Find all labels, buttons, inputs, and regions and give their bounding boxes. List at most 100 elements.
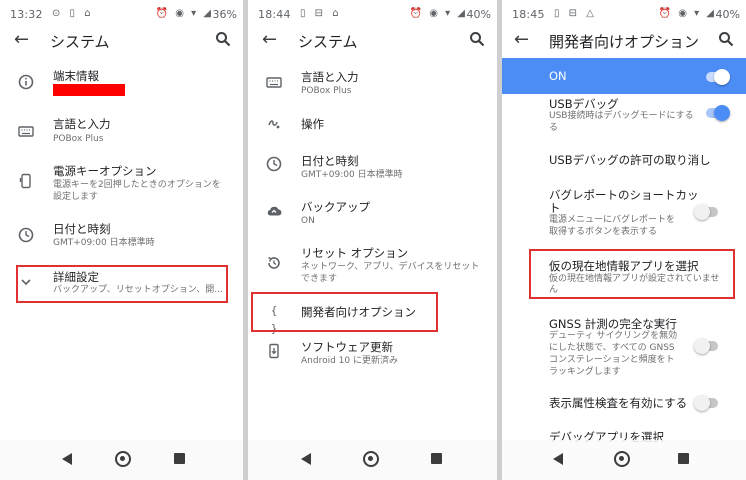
nav-recents-icon[interactable] <box>174 453 185 464</box>
nav-back-icon[interactable] <box>553 453 563 465</box>
info-icon <box>18 74 34 90</box>
settings-system-advanced-screen: 18:44 ▯ ⊟ ⌂ ⏰ ◉ ▾ ◢ 40% ← システム 言語と入力 POB… <box>248 0 497 480</box>
signal-icons: ⏰ ◉ ▾ ◢ <box>409 8 467 19</box>
list-item-subtitle: POBox Plus <box>301 86 352 96</box>
list-item-subtitle-line2: 設定します <box>53 192 99 202</box>
list-item-gnss-full-tracking[interactable]: GNSS 計測の完全な実行 デューティ サイクリングを無効 にした状態で、すべて… <box>502 316 746 378</box>
status-bar: 18:44 ▯ ⊟ ⌂ ⏰ ◉ ▾ ◢ 40% <box>248 0 497 28</box>
toggle-knob <box>694 395 710 411</box>
keyboard-icon <box>266 77 282 88</box>
nav-recents-icon[interactable] <box>678 453 689 464</box>
signal-icons: ⏰ ◉ ▾ ◢ <box>658 8 716 19</box>
notification-icons: ▯ ⊟ △ <box>554 8 597 19</box>
power-key-icon <box>19 173 31 189</box>
notification-icons: ▯ ⊟ ⌂ <box>300 8 342 19</box>
nav-home-icon[interactable] <box>115 451 131 467</box>
list-item-title: 言語と入力 <box>301 70 359 84</box>
list-item-subtitle-line3: コンステレーションと頻度をト <box>549 355 675 365</box>
search-icon[interactable] <box>469 31 485 47</box>
list-item-title-line1: バグレポートのショートカッ <box>549 188 699 202</box>
gesture-icon <box>268 120 280 129</box>
back-arrow-icon[interactable]: ← <box>262 30 277 50</box>
list-item-view-attribute-inspection[interactable]: 表示属性検査を有効にする <box>502 393 746 413</box>
list-item-language-input[interactable]: 言語と入力 POBox Plus <box>248 68 497 104</box>
list-item-software-update[interactable]: ソフトウェア更新 Android 10 に更新済み <box>248 338 497 374</box>
list-item-reset-options[interactable]: リセット オプション ネットワーク、アプリ、デバイスをリセット できます <box>248 244 497 292</box>
highlight-box <box>16 265 228 303</box>
list-item-backup[interactable]: バックアップ ON <box>248 198 497 234</box>
nav-home-icon[interactable] <box>614 451 630 467</box>
battery-level: 40% <box>466 8 491 21</box>
search-icon[interactable] <box>215 31 231 47</box>
list-item-title: バックアップ <box>301 200 370 214</box>
navigation-bar <box>502 440 746 480</box>
bugreport-shortcut-toggle[interactable] <box>694 204 718 220</box>
app-bar: ← システム <box>248 28 497 58</box>
list-item-title: ソフトウェア更新 <box>301 340 393 354</box>
nav-back-icon[interactable] <box>301 453 311 465</box>
back-arrow-icon[interactable]: ← <box>514 30 529 50</box>
search-icon[interactable] <box>718 31 734 47</box>
toggle-knob <box>694 338 710 354</box>
list-item-title: リセット オプション <box>301 246 409 260</box>
status-time: 13:32 <box>10 8 43 21</box>
list-item-title: USBデバッグの許可の取り消し <box>549 153 711 167</box>
list-item-title: 日付と時刻 <box>53 222 111 236</box>
master-switch-label: ON <box>549 69 567 83</box>
list-item-date-time[interactable]: 日付と時刻 GMT+09:00 日本標準時 <box>0 220 243 256</box>
list-item-subtitle-line1: デューティ サイクリングを無効 <box>549 331 678 341</box>
toggle-knob <box>694 204 710 220</box>
status-time: 18:45 <box>512 8 545 21</box>
navigation-bar <box>0 440 243 480</box>
settings-system-screen: 13:32 ⊙ ▯ ⌂ ⏰ ◉ ▾ ◢ 36% ← システム 端末情報 言語と入… <box>0 0 243 480</box>
cloud-backup-icon <box>267 206 282 216</box>
clock-icon <box>18 227 34 243</box>
highlight-box <box>251 292 438 332</box>
notification-icons: ⊙ ▯ ⌂ <box>52 8 94 19</box>
master-toggle[interactable] <box>706 69 730 85</box>
list-item-title: 日付と時刻 <box>301 154 359 168</box>
battery-level: 36% <box>212 8 237 21</box>
back-arrow-icon[interactable]: ← <box>14 30 29 50</box>
developer-options-screen: 18:45 ▯ ⊟ △ ⏰ ◉ ▾ ◢ 40% ← 開発者向けオプション ON … <box>502 0 746 480</box>
list-item-subtitle: GMT+09:00 日本標準時 <box>53 238 155 248</box>
list-item-power-key-options[interactable]: 電源キーオプション 電源キーを2回押したときのオプションを 設定します <box>0 162 243 210</box>
list-item-title: 電源キーオプション <box>53 164 157 178</box>
toggle-knob <box>714 69 730 85</box>
redaction-bar <box>53 84 125 96</box>
list-item-subtitle-line4: ラッキングします <box>549 367 621 377</box>
nav-recents-icon[interactable] <box>431 453 442 464</box>
nav-home-icon[interactable] <box>363 451 379 467</box>
page-title: システム <box>298 33 358 51</box>
list-item-subtitle: POBox Plus <box>53 134 104 144</box>
list-item-subtitle-line1: USB接続時はデバッグモードにする <box>549 111 694 121</box>
page-title: システム <box>50 33 110 51</box>
list-item-revoke-usb-auth[interactable]: USBデバッグの許可の取り消し <box>502 150 746 170</box>
reset-icon <box>268 256 280 269</box>
list-item-title: 言語と入力 <box>53 117 111 131</box>
battery-level: 40% <box>715 8 740 21</box>
list-item-date-time[interactable]: 日付と時刻 GMT+09:00 日本標準時 <box>248 152 497 188</box>
list-item-subtitle-line2: 取得するボタンを表示する <box>549 227 658 237</box>
list-item-language-input[interactable]: 言語と入力 POBox Plus <box>0 116 243 152</box>
toggle-knob <box>714 105 730 121</box>
list-item-title: 操作 <box>301 117 324 131</box>
status-bar: 18:45 ▯ ⊟ △ ⏰ ◉ ▾ ◢ 40% <box>502 0 746 28</box>
list-item-gestures[interactable]: 操作 <box>248 114 497 136</box>
app-bar: ← システム <box>0 28 243 58</box>
list-item-subtitle-line1: 電源メニューにバグレポートを <box>549 215 676 225</box>
gnss-tracking-toggle[interactable] <box>694 338 718 354</box>
signal-icons: ⏰ ◉ ▾ ◢ <box>155 8 213 19</box>
highlight-box <box>529 249 735 299</box>
list-item-bugreport-shortcut[interactable]: バグレポートのショートカッ ト 電源メニューにバグレポートを 取得するボタンを表… <box>502 186 746 242</box>
list-item-subtitle-line2: できます <box>301 274 338 284</box>
usb-debugging-toggle[interactable] <box>706 105 730 121</box>
list-item-subtitle-line2: にした状態で、すべての GNSS <box>549 343 675 353</box>
master-switch-bar[interactable]: ON <box>502 58 746 94</box>
list-item-usb-debugging[interactable]: USBデバッグ USB接続時はデバッグモードにする る <box>502 94 746 134</box>
status-bar: 13:32 ⊙ ▯ ⌂ ⏰ ◉ ▾ ◢ 36% <box>0 0 243 28</box>
view-attribute-toggle[interactable] <box>694 395 718 411</box>
navigation-bar <box>248 440 497 480</box>
nav-back-icon[interactable] <box>62 453 72 465</box>
clock-icon <box>266 156 282 172</box>
